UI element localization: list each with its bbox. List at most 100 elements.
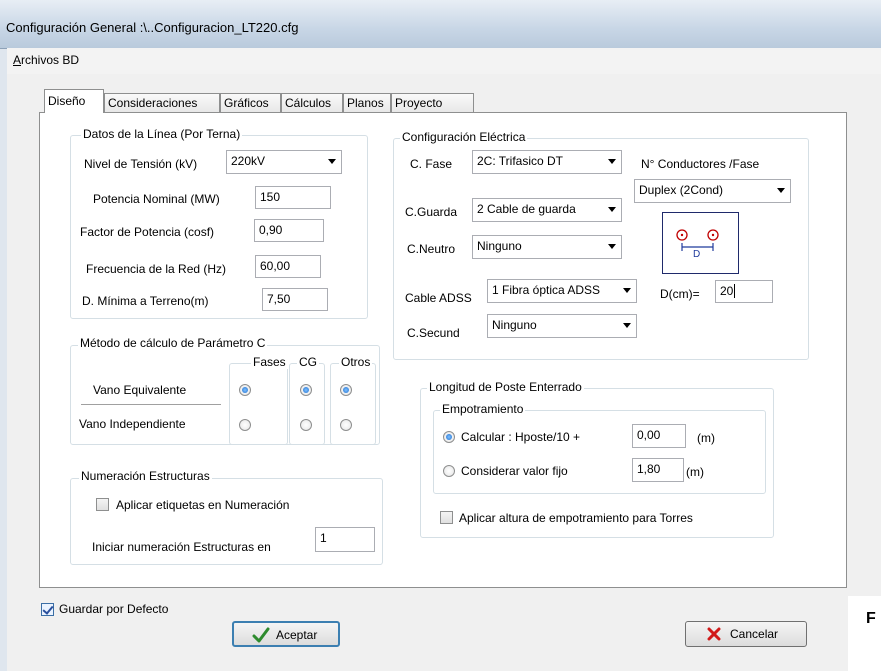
altura-torres-checkbox[interactable] <box>440 511 453 524</box>
fase-label: C. Fase <box>410 157 453 171</box>
title-bar[interactable]: Configuración General :\..Configuracion_… <box>0 0 881 49</box>
altura-torres-label: Aplicar altura de empotramiento para Tor… <box>459 511 693 525</box>
group-title-metodo: Método de cálculo de Parámetro C <box>78 336 268 350</box>
fase-value: 2C: Trifasico DT <box>477 154 564 168</box>
radio-equivalente-otros[interactable] <box>340 384 352 396</box>
column-cg <box>289 363 325 445</box>
neutro-label: C.Neutro <box>407 242 456 256</box>
nivel-tension-label: Nivel de Tensión (kV) <box>84 157 198 171</box>
neutro-select[interactable]: Ninguno <box>472 235 622 259</box>
calcular-unit: (m) <box>697 431 715 445</box>
chevron-down-icon <box>623 323 631 328</box>
tab-proyecto[interactable]: Proyecto <box>391 93 474 112</box>
nivel-tension-select[interactable]: 220kV <box>226 150 342 174</box>
radio-equivalente-cg[interactable] <box>300 384 312 396</box>
tab-graficos[interactable]: Gráficos <box>220 93 281 112</box>
dcm-value: 20 <box>720 284 734 298</box>
checkmark-icon <box>252 627 270 643</box>
group-title-electrica: Configuración Eléctrica <box>400 130 528 144</box>
column-otros-label: Otros <box>339 355 373 369</box>
factor-potencia-label: Factor de Potencia (cosf) <box>80 225 215 239</box>
group-title-empotramiento: Empotramiento <box>440 402 526 416</box>
adss-value: 1 Fibra óptica ADSS <box>492 283 601 297</box>
radio-independiente-fases[interactable] <box>239 419 251 431</box>
secund-value: Ninguno <box>492 318 537 332</box>
radio-independiente-otros[interactable] <box>340 419 352 431</box>
chevron-down-icon <box>777 188 785 193</box>
cancelar-button[interactable]: Cancelar <box>685 621 807 647</box>
aceptar-label: Aceptar <box>276 628 318 642</box>
chevron-down-icon <box>608 159 616 164</box>
row-divider <box>81 404 221 405</box>
calcular-label: Calcular : Hposte/10 + <box>461 430 581 444</box>
radio-independiente-cg[interactable] <box>300 419 312 431</box>
tab-label: Consideraciones <box>108 96 198 110</box>
adss-select[interactable]: 1 Fibra óptica ADSS <box>487 279 637 303</box>
potencia-label: Potencia Nominal (MW) <box>93 192 220 206</box>
fase-select[interactable]: 2C: Trifasico DT <box>472 150 622 174</box>
menu-bar: Archivos BD <box>7 48 881 75</box>
guarda-label: C.Guarda <box>405 205 458 219</box>
tab-label: Gráficos <box>224 96 269 110</box>
chevron-down-icon <box>623 288 631 293</box>
column-otros <box>330 363 376 445</box>
nivel-tension-value: 220kV <box>231 154 266 168</box>
calcular-input[interactable]: 0,00 <box>632 424 686 448</box>
group-title-numeracion: Numeración Estructuras <box>79 469 212 483</box>
group-empotramiento <box>433 410 766 494</box>
conductores-value: Duplex (2Cond) <box>639 183 724 197</box>
close-icon <box>707 627 721 641</box>
vano-equivalente-label: Vano Equivalente <box>93 383 187 397</box>
radio-equivalente-fases[interactable] <box>239 384 251 396</box>
duplex-conductor-icon <box>676 229 719 251</box>
potencia-input[interactable]: 150 <box>255 186 331 209</box>
dialog-window: Configuración General :\..Configuracion_… <box>0 0 881 671</box>
radio-valor-fijo[interactable] <box>443 465 455 477</box>
secund-label: C.Secund <box>407 326 460 340</box>
secund-select[interactable]: Ninguno <box>487 314 637 338</box>
iniciar-numeracion-label: Iniciar numeración Estructuras en <box>92 540 271 554</box>
column-cg-label: CG <box>297 355 319 369</box>
iniciar-numeracion-input[interactable]: 1 <box>315 527 375 552</box>
conductor-spacing-diagram: D <box>662 212 739 274</box>
tab-label: Cálculos <box>285 96 332 110</box>
aplicar-etiquetas-checkbox[interactable] <box>96 498 109 511</box>
adss-label: Cable ADSS <box>405 291 472 305</box>
menu-archivos-bd[interactable]: Archivos BD <box>13 53 79 67</box>
text-cursor: ​ <box>734 284 736 298</box>
group-title-datos: Datos de la Línea (Por Terna) <box>81 127 243 141</box>
tab-calculos[interactable]: Cálculos <box>281 93 343 112</box>
guarda-select[interactable]: 2 Cable de guarda <box>472 198 622 222</box>
guarda-value: 2 Cable de guarda <box>477 202 576 216</box>
radio-calcular[interactable] <box>443 431 455 443</box>
dmin-label: D. Mínima a Terreno(m) <box>82 294 209 308</box>
chevron-down-icon <box>328 159 336 164</box>
aceptar-button[interactable]: Aceptar <box>232 621 340 647</box>
cancelar-label: Cancelar <box>730 627 779 641</box>
vano-independiente-label: Vano Independiente <box>79 417 186 431</box>
factor-potencia-input[interactable]: 0,90 <box>254 219 324 242</box>
group-title-poste: Longitud de Poste Enterrado <box>427 380 584 394</box>
dmin-input[interactable]: 7,50 <box>262 288 328 311</box>
valor-fijo-input[interactable]: 1,80 <box>632 458 684 482</box>
guardar-defecto-checkbox[interactable] <box>41 603 54 616</box>
conductores-label: N° Conductores /Fase <box>641 157 760 171</box>
tab-label: Planos <box>347 96 384 110</box>
chevron-down-icon <box>608 244 616 249</box>
dcm-input[interactable]: 20​ <box>715 280 773 303</box>
valor-fijo-label: Considerar valor fijo <box>461 464 568 478</box>
neutro-value: Ninguno <box>477 239 522 253</box>
tab-label: Proyecto <box>395 96 443 110</box>
tab-planos[interactable]: Planos <box>343 93 391 112</box>
tab-consideraciones[interactable]: Consideraciones <box>104 93 220 112</box>
frecuencia-label: Frecuencia de la Red (Hz) <box>86 262 227 276</box>
frecuencia-input[interactable]: 60,00 <box>255 255 321 278</box>
tab-label: Diseño <box>48 94 86 108</box>
guardar-defecto-label: Guardar por Defecto <box>59 602 169 616</box>
tab-diseno[interactable]: Diseño <box>44 89 104 113</box>
window-title: Configuración General :\..Configuracion_… <box>6 20 299 35</box>
side-panel-fragment: F <box>848 596 881 671</box>
conductores-select[interactable]: Duplex (2Cond) <box>634 179 791 203</box>
valor-fijo-unit: (m) <box>686 465 704 479</box>
side-panel-letter: F <box>866 610 876 627</box>
